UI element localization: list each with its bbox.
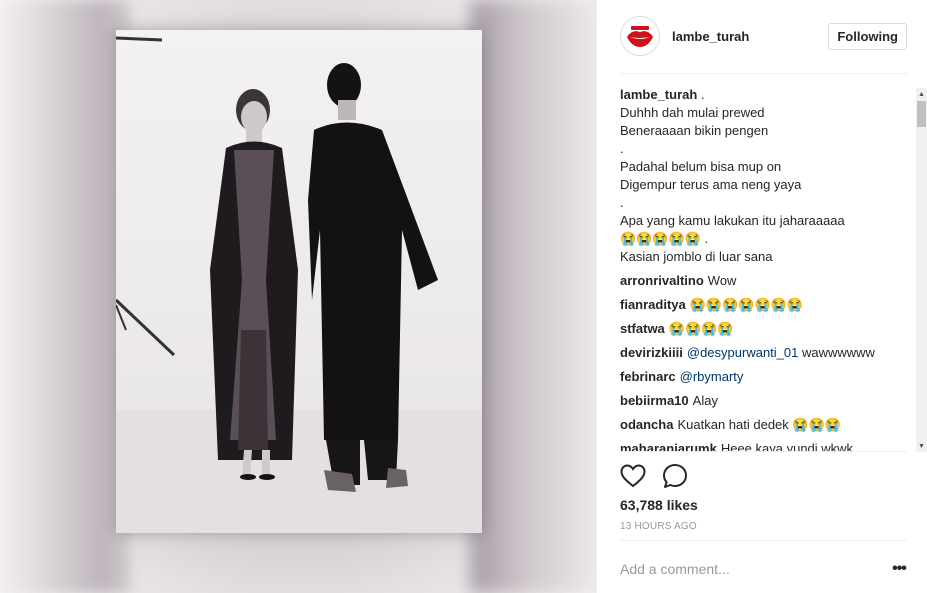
- post-media-area: [0, 0, 596, 593]
- blurred-background-right: [470, 0, 596, 593]
- comment-text: wawwwwww: [798, 345, 875, 360]
- comment-username[interactable]: bebiirma10: [620, 393, 689, 408]
- blurred-background-left: [0, 0, 130, 593]
- comment-item: devirizkiiii @desypurwanti_01 wawwwwww: [620, 344, 903, 362]
- comment-item: arronrivaltino Wow: [620, 272, 903, 290]
- lips-logo-icon[interactable]: [620, 16, 660, 56]
- comment-username[interactable]: devirizkiiii: [620, 345, 683, 360]
- caption-line: Beneraaaan bikin pengen: [620, 123, 769, 138]
- comment-text: Alay: [692, 393, 718, 408]
- comment-item: fianraditya 😭😭😭😭😭😭😭: [620, 296, 903, 314]
- more-options-button[interactable]: •••: [888, 560, 910, 578]
- post-author-username[interactable]: lambe_turah: [672, 29, 828, 44]
- scroll-up-arrow-icon[interactable]: ▲: [916, 88, 927, 100]
- comment-item: bebiirma10 Alay: [620, 392, 903, 410]
- scrollbar-thumb[interactable]: [917, 101, 926, 127]
- couple-photo-illustration: [116, 36, 482, 533]
- caption: lambe_turah . Duhhh dah mulai prewed Ben…: [620, 86, 903, 266]
- actions-divider: [620, 451, 907, 452]
- caption-line: 😭😭😭😭😭 .: [620, 231, 709, 246]
- likes-count[interactable]: 63,788 likes: [620, 497, 698, 513]
- following-button[interactable]: Following: [828, 22, 907, 50]
- comment-username[interactable]: febrinarc: [620, 369, 676, 384]
- comment-item: odancha Kuatkan hati dedek 😭😭😭: [620, 416, 903, 434]
- comment-mention[interactable]: @rbymarty: [680, 369, 744, 384]
- comment-text: 😭😭😭😭: [668, 321, 734, 336]
- comment-text: 😭😭😭😭😭😭😭: [689, 297, 804, 312]
- comment-mention[interactable]: @desypurwanti_01: [687, 345, 798, 360]
- heart-icon[interactable]: [620, 463, 646, 489]
- comment-item: stfatwa 😭😭😭😭: [620, 320, 903, 338]
- caption-line: Digempur terus ama neng yaya: [620, 177, 802, 192]
- scroll-down-arrow-icon[interactable]: ▼: [916, 440, 927, 452]
- comment-item: febrinarc @rbymarty: [620, 368, 903, 386]
- comment-bubble-icon[interactable]: [662, 463, 688, 489]
- comments-list[interactable]: lambe_turah . Duhhh dah mulai prewed Ben…: [620, 86, 903, 452]
- comment-username[interactable]: fianraditya: [620, 297, 686, 312]
- post-photo[interactable]: [116, 30, 482, 533]
- comment-username[interactable]: stfatwa: [620, 321, 665, 336]
- caption-line: Duhhh dah mulai prewed: [620, 105, 765, 120]
- post-header: lambe_turah Following: [620, 15, 907, 57]
- caption-line: Padahal belum bisa mup on: [620, 159, 782, 174]
- caption-line: Apa yang kamu lakukan itu jaharaaaaa: [620, 213, 845, 228]
- caption-suffix: .: [697, 87, 705, 102]
- comments-scrollbar[interactable]: ▲ ▼: [916, 88, 927, 452]
- post-actions: [620, 462, 704, 490]
- caption-line: .: [620, 141, 624, 156]
- comment-text: Kuatkan hati dedek 😭😭😭: [677, 417, 841, 432]
- comment-username[interactable]: odancha: [620, 417, 673, 432]
- comment-divider: [620, 540, 907, 541]
- caption-line: Kasian jomblo di luar sana: [620, 249, 773, 264]
- header-divider: [620, 73, 907, 74]
- comment-text: Wow: [707, 273, 737, 288]
- caption-line: .: [620, 195, 624, 210]
- post-timestamp: 13 HOURS AGO: [620, 521, 697, 532]
- comment-username[interactable]: arronrivaltino: [620, 273, 704, 288]
- caption-username[interactable]: lambe_turah: [620, 87, 697, 102]
- add-comment-input[interactable]: [620, 558, 870, 580]
